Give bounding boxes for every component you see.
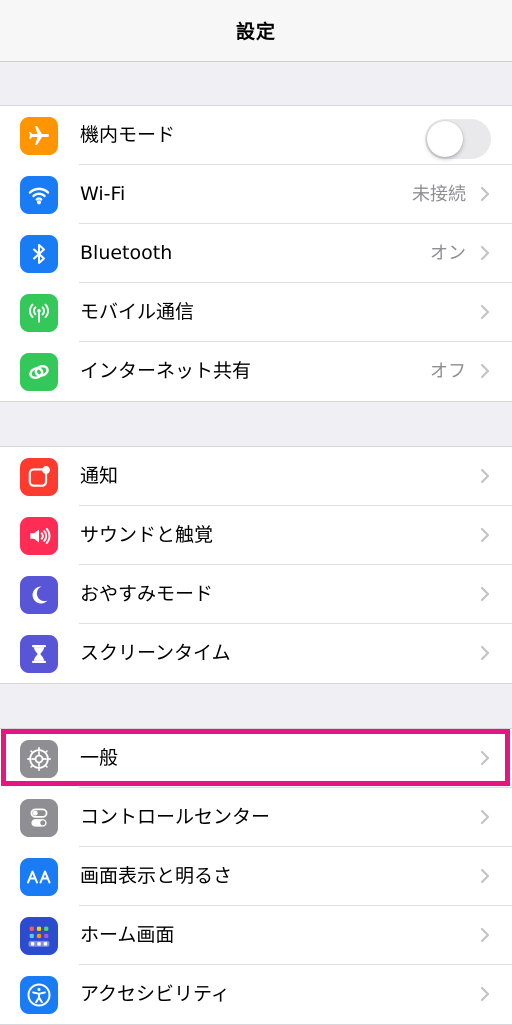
settings-row-airplane-mode[interactable]: 機内モード [0, 106, 512, 165]
airplane-icon [20, 117, 58, 155]
settings-row-control-center[interactable]: コントロールセンター [0, 788, 512, 847]
chevron-right-icon [480, 586, 490, 602]
settings-row-accessibility[interactable]: アクセシビリティ [0, 965, 512, 1024]
chevron-right-icon [480, 868, 490, 884]
notification-icon [20, 458, 58, 496]
chevron-right-icon [480, 468, 490, 484]
chevron-right-icon [480, 986, 490, 1002]
navigation-bar: 設定 [0, 0, 512, 62]
chevron-right-icon [480, 809, 490, 825]
settings-row-do-not-disturb[interactable]: おやすみモード [0, 565, 512, 624]
chevron-right-icon [480, 304, 490, 320]
text-size-icon [20, 858, 58, 896]
page-title: 設定 [235, 21, 276, 43]
antenna-icon [20, 294, 58, 332]
row-label: 画面表示と明るさ [80, 865, 233, 887]
row-label: おやすみモード [80, 583, 214, 605]
row-label: 機内モード [80, 124, 176, 146]
settings-row-notifications[interactable]: 通知 [0, 447, 512, 506]
chevron-right-icon [480, 186, 490, 202]
row-label: ホーム画面 [80, 924, 175, 946]
settings-row-sounds-haptics[interactable]: サウンドと触覚 [0, 506, 512, 565]
toggle-knob [427, 121, 463, 157]
speaker-icon [20, 517, 58, 555]
chevron-right-icon [480, 645, 490, 661]
row-label: 通知 [80, 465, 119, 487]
settings-row-personal-hotspot[interactable]: インターネット共有 オフ [0, 342, 512, 401]
row-label: アクセシビリティ [80, 983, 230, 1005]
chevron-right-icon [480, 363, 490, 379]
hotspot-status-value: オフ [430, 361, 466, 382]
row-label: サウンドと触覚 [80, 524, 214, 546]
row-label: モバイル通信 [80, 301, 195, 323]
row-label: スクリーンタイム [80, 642, 231, 664]
moon-icon [20, 576, 58, 614]
chevron-right-icon [480, 750, 490, 766]
settings-row-screen-time[interactable]: スクリーンタイム [0, 624, 512, 683]
settings-group-connectivity: 機内モード Wi-Fi 未接続 Bluetooth オン モバイル通信 インター… [0, 105, 512, 402]
hourglass-icon [20, 635, 58, 673]
row-label: コントロールセンター [80, 806, 271, 828]
settings-row-mobile-data[interactable]: モバイル通信 [0, 283, 512, 342]
settings-group-notifications: 通知 サウンドと触覚 おやすみモード スクリーンタイム [0, 446, 512, 684]
settings-row-display-brightness[interactable]: 画面表示と明るさ [0, 847, 512, 906]
chevron-right-icon [480, 527, 490, 543]
row-label: Bluetooth [80, 242, 173, 264]
bluetooth-status-value: オン [430, 243, 466, 264]
settings-group-general: 一般 コントロールセンター 画面表示と明るさ ホーム画面 アクセシビリティ [0, 728, 512, 1025]
settings-row-bluetooth[interactable]: Bluetooth オン [0, 224, 512, 283]
wifi-icon [20, 176, 58, 214]
gear-icon [20, 740, 58, 778]
settings-row-wifi[interactable]: Wi-Fi 未接続 [0, 165, 512, 224]
row-label: 一般 [80, 747, 119, 769]
row-label: インターネット共有 [80, 360, 252, 382]
accessibility-icon [20, 976, 58, 1014]
row-label: Wi-Fi [80, 183, 126, 205]
bluetooth-icon [20, 235, 58, 273]
settings-row-general[interactable]: 一般 [0, 729, 512, 788]
link-icon [20, 353, 58, 391]
airplane-mode-toggle[interactable] [425, 119, 491, 159]
home-grid-icon [20, 917, 58, 955]
chevron-right-icon [480, 245, 490, 261]
settings-row-home-screen[interactable]: ホーム画面 [0, 906, 512, 965]
chevron-right-icon [480, 927, 490, 943]
wifi-status-value: 未接続 [412, 184, 466, 205]
switches-icon [20, 799, 58, 837]
